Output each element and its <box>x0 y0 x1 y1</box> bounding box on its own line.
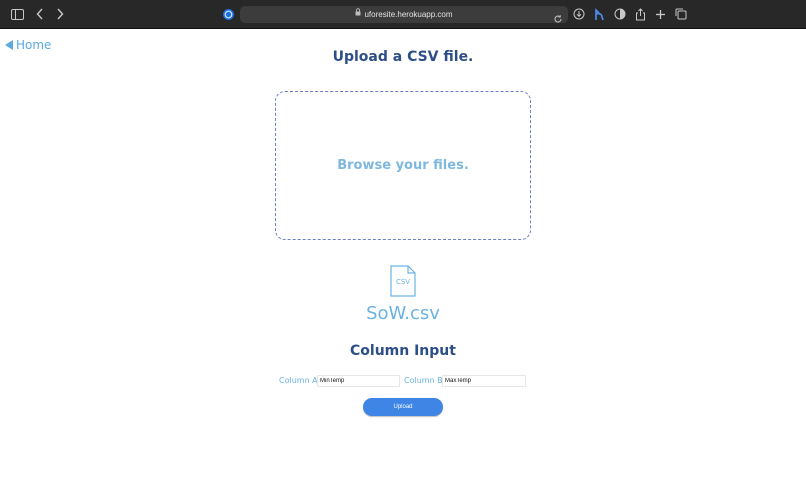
file-name: SoW.csv <box>366 303 440 324</box>
lock-icon <box>355 7 361 20</box>
chevron-left-icon[interactable] <box>33 7 47 21</box>
privacy-shield-icon[interactable] <box>613 7 627 21</box>
download-icon[interactable] <box>572 7 586 21</box>
column-b-input[interactable] <box>442 375 526 387</box>
tab-overview-icon[interactable] <box>674 7 688 21</box>
share-icon[interactable] <box>633 7 647 21</box>
column-b-label: Column B <box>404 376 443 385</box>
extension-icon[interactable] <box>592 7 606 21</box>
site-favicon-icon <box>221 7 235 21</box>
column-a-label: Column A <box>279 376 318 385</box>
sidebar-toggle-icon[interactable] <box>10 7 24 21</box>
reload-icon[interactable] <box>553 9 563 28</box>
file-icon-label: CSV <box>396 278 410 286</box>
dropzone-text: Browse your files. <box>337 158 469 173</box>
file-dropzone[interactable]: Browse your files. <box>275 91 531 240</box>
column-a-input[interactable] <box>317 375 400 387</box>
browser-toolbar: uforesite.herokuapp.com <box>0 0 806 29</box>
column-input-title: Column Input <box>350 343 456 359</box>
address-bar[interactable]: uforesite.herokuapp.com <box>240 6 568 23</box>
upload-button[interactable]: Upload <box>363 398 443 416</box>
page-title: Upload a CSV file. <box>332 49 474 65</box>
chevron-right-icon[interactable] <box>53 7 67 21</box>
new-tab-icon[interactable] <box>653 7 667 21</box>
csv-file-icon: CSV <box>390 265 416 301</box>
url-text: uforesite.herokuapp.com <box>364 10 453 19</box>
